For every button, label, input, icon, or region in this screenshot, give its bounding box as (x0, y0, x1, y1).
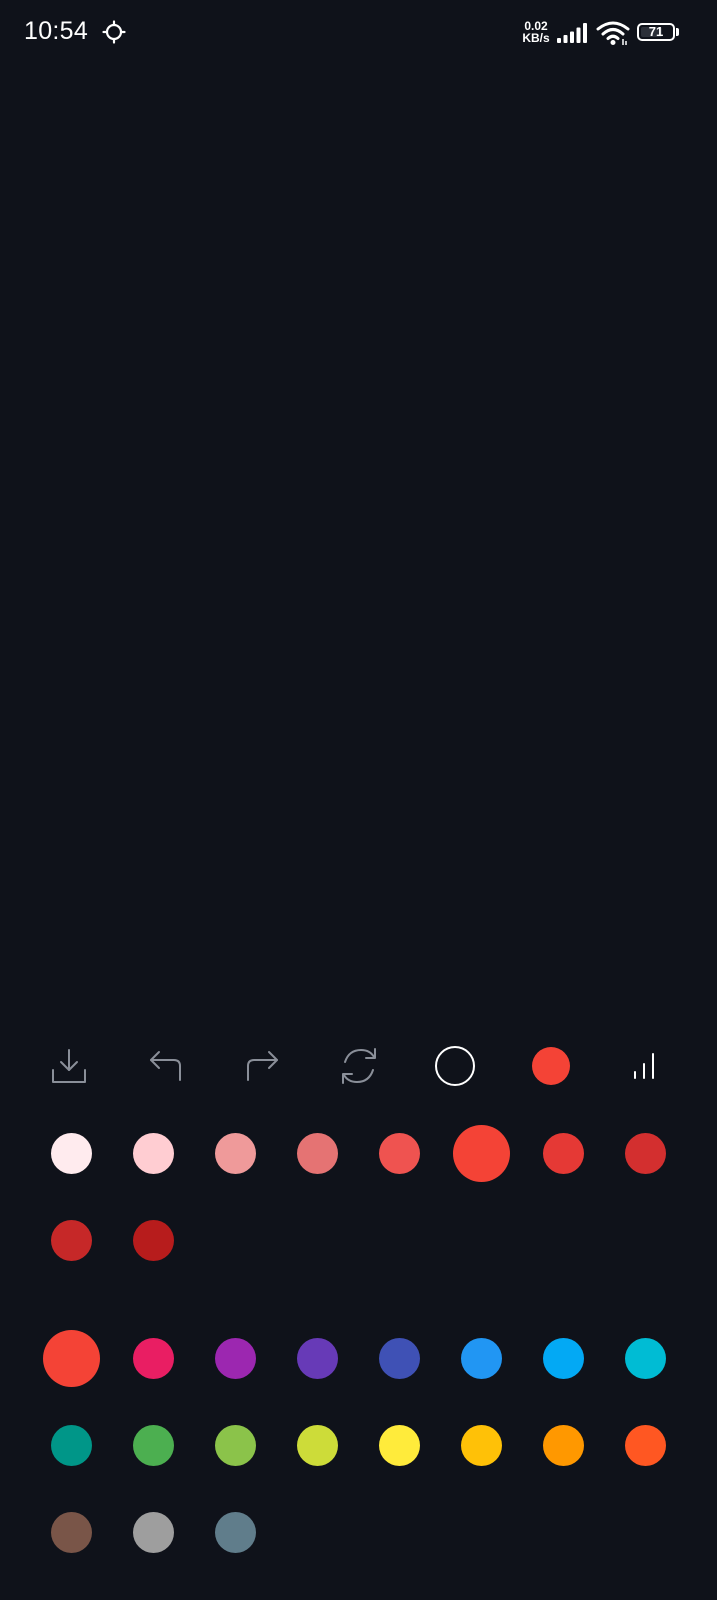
hue-swatch[interactable] (296, 1338, 338, 1379)
status-time: 10:54 (24, 17, 89, 45)
hue-swatch[interactable] (214, 1425, 256, 1466)
redo-icon (247, 1051, 278, 1081)
hue-swatch[interactable] (542, 1338, 584, 1379)
circle-outline-icon (435, 1046, 475, 1086)
hue-swatch[interactable] (296, 1425, 338, 1466)
hue-cell (112, 1402, 194, 1489)
refresh-icon (342, 1048, 376, 1084)
hue-swatch[interactable] (214, 1512, 256, 1553)
shade-cell (112, 1197, 194, 1284)
hue-cell (112, 1315, 194, 1402)
download-icon (52, 1049, 86, 1083)
hue-cell (358, 1315, 440, 1402)
shade-palette (30, 1125, 710, 1306)
shade-swatch[interactable] (50, 1133, 92, 1174)
hue-swatch[interactable] (460, 1425, 502, 1466)
undo-button[interactable] (140, 1040, 192, 1092)
hue-cell (30, 1489, 112, 1576)
hue-swatch[interactable] (460, 1338, 502, 1379)
hue-swatch[interactable] (132, 1512, 174, 1553)
undo-icon (150, 1051, 181, 1081)
shade-swatch[interactable] (50, 1220, 92, 1261)
hue-swatch[interactable] (378, 1338, 420, 1379)
toolbar (0, 1040, 717, 1092)
hue-cell (604, 1315, 686, 1402)
shade-cell (276, 1110, 358, 1197)
hue-swatch[interactable] (132, 1338, 174, 1379)
download-button[interactable] (43, 1040, 95, 1092)
shade-swatch[interactable] (132, 1133, 174, 1174)
shade-swatch[interactable] (542, 1133, 584, 1174)
hue-palette (30, 1330, 710, 1598)
shade-cell (604, 1110, 686, 1197)
shade-swatch[interactable] (132, 1220, 174, 1261)
shade-swatch[interactable] (214, 1133, 256, 1174)
shade-swatch[interactable] (378, 1133, 420, 1174)
shade-swatch[interactable] (296, 1133, 338, 1174)
hue-swatch[interactable] (50, 1512, 92, 1553)
sync-icon (102, 20, 126, 44)
shade-cell (194, 1110, 276, 1197)
hue-swatch[interactable] (50, 1425, 92, 1466)
hue-cell (276, 1402, 358, 1489)
hue-cell (440, 1402, 522, 1489)
hue-cell (112, 1489, 194, 1576)
hue-cell (30, 1315, 112, 1402)
shade-swatch[interactable] (624, 1133, 666, 1174)
current-color-button[interactable] (525, 1040, 577, 1092)
shade-cell (440, 1110, 522, 1197)
network-speed: 0.02 KB/s (519, 20, 553, 44)
battery-tip (676, 28, 679, 36)
hue-cell (522, 1315, 604, 1402)
network-speed-unit: KB/s (522, 31, 550, 45)
hue-swatch[interactable] (624, 1338, 666, 1379)
hue-swatch[interactable] (624, 1425, 666, 1466)
hue-swatch[interactable] (132, 1425, 174, 1466)
bar-chart-icon (634, 1053, 654, 1079)
shade-swatch[interactable] (452, 1125, 510, 1182)
hue-cell (30, 1402, 112, 1489)
hue-cell (276, 1315, 358, 1402)
shade-cell (30, 1110, 112, 1197)
status-bar: 10:54 0.02 KB/s 71 (0, 0, 717, 66)
hue-swatch[interactable] (542, 1425, 584, 1466)
battery-level: 71 (648, 24, 664, 39)
hue-cell (358, 1402, 440, 1489)
cellular-signal-icon (557, 23, 587, 43)
shade-cell (30, 1197, 112, 1284)
brush-size-button[interactable] (429, 1040, 481, 1092)
shade-cell (112, 1110, 194, 1197)
hue-cell (440, 1315, 522, 1402)
hue-cell (604, 1402, 686, 1489)
hue-cell (194, 1315, 276, 1402)
drawing-canvas[interactable] (0, 66, 717, 1026)
current-color-dot (532, 1047, 570, 1085)
hue-cell (194, 1402, 276, 1489)
shade-cell (358, 1110, 440, 1197)
hue-swatch[interactable] (42, 1330, 100, 1387)
battery-indicator: 71 (637, 23, 679, 43)
hue-swatch[interactable] (378, 1425, 420, 1466)
hue-cell (522, 1402, 604, 1489)
stroke-width-button[interactable] (621, 1040, 673, 1092)
wifi-icon (596, 21, 630, 45)
shade-cell (522, 1110, 604, 1197)
hue-cell (194, 1489, 276, 1576)
clear-button[interactable] (333, 1040, 385, 1092)
hue-swatch[interactable] (214, 1338, 256, 1379)
redo-button[interactable] (236, 1040, 288, 1092)
